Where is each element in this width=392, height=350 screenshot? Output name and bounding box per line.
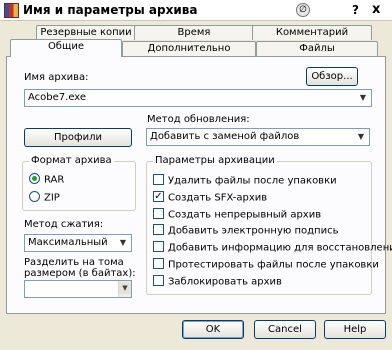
checkbox-label: Удалить файлы после упаковки [168,175,337,187]
check-icon: ✓ [153,191,164,202]
update-method-value: Добавить с заменой файлов [150,131,300,142]
checkbox-create-sfx[interactable]: ✓ Создать SFX-архив [153,191,268,206]
split-label-line2: размером (в байтах): [24,268,136,279]
checkbox-solid-archive[interactable]: Создать непрерывный архив [153,208,322,223]
archive-options-title: Параметры архивации [153,155,277,166]
radio-empty-icon [29,191,40,202]
format-zip-radio[interactable]: ZIP [29,191,60,206]
archive-name-value: Acobe7.exe [28,92,87,103]
format-zip-label: ZIP [44,192,60,204]
split-scrollbar[interactable]: ▼ [118,281,131,297]
checkbox-test-files[interactable]: Протестировать файлы после упаковки [153,258,379,273]
checkbox-recovery-record[interactable]: Добавить информацию для восстановления [153,241,392,256]
chevron-down-icon[interactable]: ▼ [116,236,130,250]
checkbox-box [153,208,164,219]
update-method-dropdown[interactable]: Добавить с заменой файлов ▼ [146,128,370,146]
checkbox-box [153,224,164,235]
compression-label: Метод сжатия: [24,219,104,230]
format-rar-radio[interactable]: RAR [29,173,65,188]
chevron-down-icon[interactable]: ▼ [356,91,370,105]
close-button[interactable]: x [372,2,380,17]
checkbox-lock-archive[interactable]: Заблокировать архив [153,275,282,290]
archive-format-title: Формат архива [29,155,114,166]
archive-name-label: Имя архива: [24,72,89,83]
tab-files[interactable]: Файлы [256,41,378,56]
checkbox-label: Создать непрерывный архив [168,209,322,221]
title-bar: Имя и параметры архива ∅ ? x [0,0,392,21]
tab-backups[interactable]: Резервные копии [36,25,136,40]
split-label-line1: Разделить на тома [24,257,124,268]
tab-comment[interactable]: Комментарий [252,25,372,40]
profiles-button[interactable]: Профили [24,128,132,147]
format-rar-label: RAR [44,174,65,186]
winrar-app-icon [4,3,19,18]
checkbox-box [153,275,164,286]
tab-general[interactable]: Общие [10,39,122,57]
help-title-button[interactable]: ? [352,3,359,17]
compression-value: Максимальный [28,237,108,248]
checkbox-label: Протестировать файлы после упаковки [168,259,379,271]
radio-selected-icon [29,173,40,184]
checkbox-box [153,258,164,269]
checkbox-label: Добавить электронную подпись [168,225,339,237]
compression-dropdown[interactable]: Максимальный ▼ [24,234,132,252]
archive-options-group: Параметры архивации Удалить файлы после … [146,155,392,295]
tab-time[interactable]: Время [134,25,254,40]
archive-format-group: Формат архива RAR ZIP [22,155,136,211]
update-method-label: Метод обновления: [147,114,250,125]
checkbox-box [153,174,164,185]
checkbox-delete-after[interactable]: Удалить файлы после упаковки [153,174,337,189]
title-mark-icon: ∅ [296,3,310,17]
checkbox-digital-signature[interactable]: Добавить электронную подпись [153,224,339,239]
browse-button[interactable]: Обзор... [306,67,358,86]
ok-button[interactable]: OK [182,320,244,339]
split-volume-combo[interactable]: ▼ [24,280,132,298]
checkbox-label: Заблокировать архив [168,276,282,288]
chevron-down-icon[interactable]: ▼ [354,130,368,144]
checkbox-label: Добавить информацию для восстановления [168,242,392,254]
checkbox-label: Создать SFX-архив [168,192,268,204]
window-title: Имя и параметры архива [23,3,198,17]
help-button[interactable]: Help [324,320,386,339]
chevron-down-icon[interactable]: ▼ [119,282,131,294]
archive-name-combo[interactable]: Acobe7.exe ▼ [24,89,372,107]
checkbox-box [153,241,164,252]
tab-advanced[interactable]: Дополнительно [122,41,256,56]
cancel-button[interactable]: Cancel [254,320,316,339]
